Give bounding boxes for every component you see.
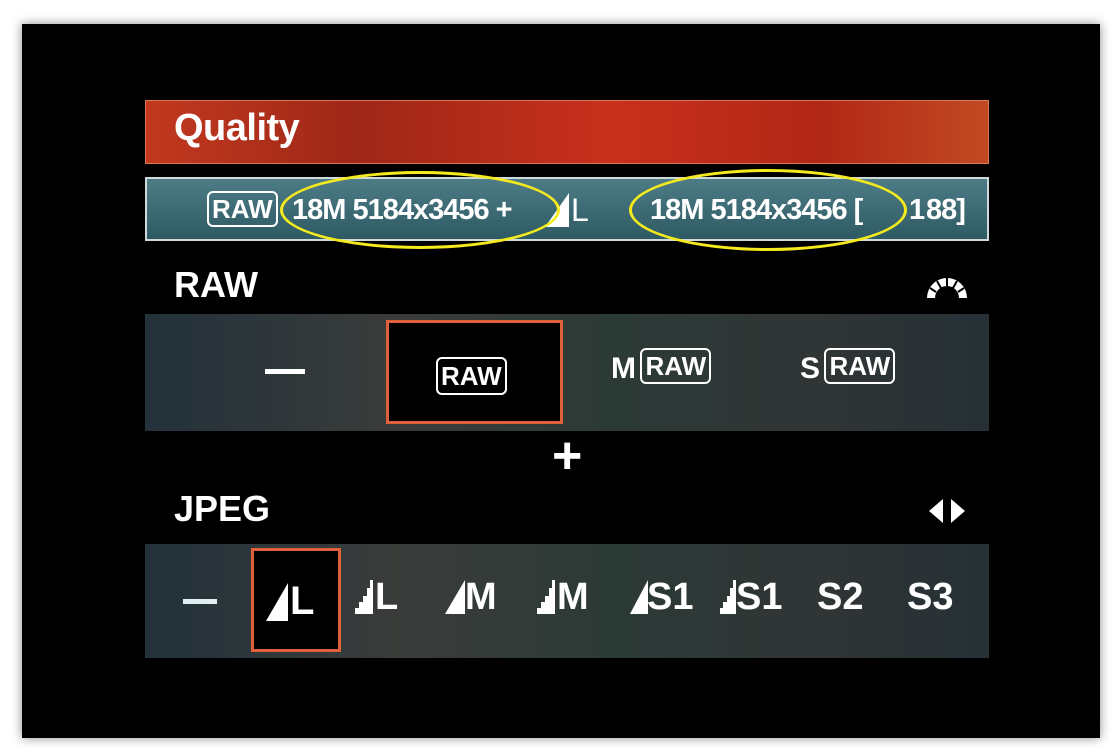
raw-badge: RAW [207,191,278,227]
fine-quality-icon [630,580,648,614]
jpeg-option-none[interactable] [183,599,217,604]
sraw-prefix: S [800,352,821,385]
normal-quality-icon [355,580,373,614]
raw-badge-selected: RAW [436,357,507,395]
jpeg-size-label: S2 [817,576,864,618]
shots-remaining-digit: 1 [909,194,925,226]
raw-options-band: RAW M RAW S RAW [145,314,989,431]
jpeg-size-label: S1 [736,576,783,618]
jpeg-option-large-fine[interactable]: L [251,548,341,652]
jpeg-size-letter: L [571,192,589,228]
jpeg-size-label: S3 [907,576,954,618]
jpeg-size-label: M [557,576,589,618]
plus-sign: + [552,427,583,485]
sraw-badge: RAW [824,348,896,384]
raw-option-none[interactable] [265,369,305,374]
raw-option-sraw[interactable]: S RAW [800,348,896,390]
normal-quality-icon [720,580,736,614]
menu-title-bar: Quality [145,100,989,164]
highlight-ellipse-raw [280,171,560,249]
raw-option-raw[interactable]: RAW [386,320,563,424]
raw-section-label: RAW [174,264,258,305]
jpeg-size-label: M [465,576,497,618]
raw-option-mraw[interactable]: M RAW [611,348,712,390]
main-dial-icon [924,276,970,298]
jpeg-size-label: S1 [647,576,694,618]
mraw-prefix: M [611,352,636,385]
normal-quality-icon [537,580,555,614]
jpeg-section-label: JPEG [174,488,271,529]
jpeg-size-label: L [290,579,315,623]
highlight-ellipse-jpeg [629,169,907,251]
jpeg-size-label: L [375,576,399,618]
fine-quality-icon [266,583,288,621]
left-right-arrows-icon [927,499,967,523]
jpeg-option-small3[interactable]: S3 [907,576,953,619]
jpeg-option-small2[interactable]: S2 [817,576,863,619]
mraw-badge: RAW [640,348,712,384]
camera-lcd-screen: Quality RAW 18M 5184x3456 + L 18M 5184x3… [22,24,1100,738]
page-title: Quality [174,107,300,149]
shots-remaining-text: 88] [926,194,966,226]
jpeg-options-band: L L M M S1 S1 S2 S3 [145,544,989,658]
fine-quality-icon [445,580,465,614]
